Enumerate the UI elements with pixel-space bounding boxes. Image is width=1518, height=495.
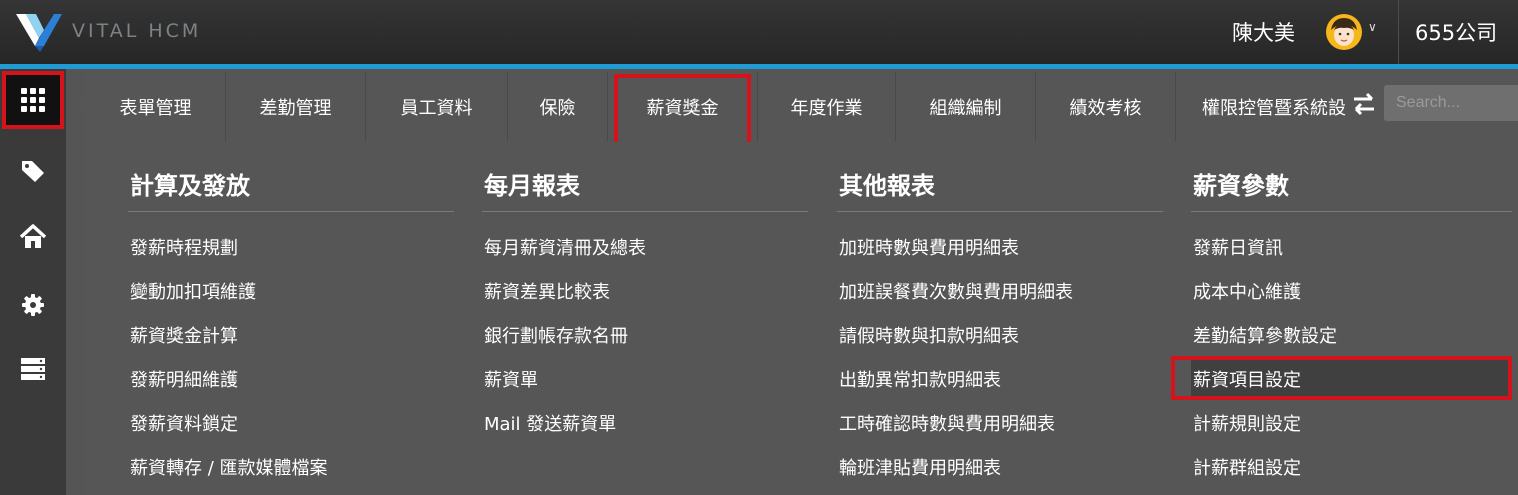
top-bar: VITAL HCM 陳大美 ∨ 655公司 [0, 0, 1518, 64]
avatar[interactable] [1325, 13, 1363, 51]
menu-item[interactable]: 薪資單 [482, 356, 808, 400]
tab-permissions[interactable]: 權限控管暨系統設 [1176, 72, 1352, 142]
menu-item[interactable]: Mail 發送薪資單 [482, 400, 808, 444]
menu-column-other-reports: 其他報表 加班時數與費用明細表 加班誤餐費次數與費用明細表 請假時數與扣款明細表… [837, 150, 1163, 488]
tab-insurance[interactable]: 保險 [508, 72, 608, 142]
menu-item[interactable]: 成本中心維護 [1191, 268, 1512, 312]
home-icon [19, 224, 47, 248]
menu-column-payroll-params: 薪資參數 發薪日資訊 成本中心維護 差勤結算參數設定 薪資項目設定 計薪規則設定… [1171, 150, 1512, 488]
menu-item[interactable]: 加班誤餐費次數與費用明細表 [837, 268, 1163, 312]
tab-payroll[interactable]: 薪資獎金 [608, 72, 758, 142]
sidebar-item-tags[interactable] [0, 141, 66, 201]
sidebar [0, 69, 66, 495]
menu-item[interactable]: 發薪資料鎖定 [128, 400, 454, 444]
user-name[interactable]: 陳大美 [1232, 17, 1295, 47]
menu-item[interactable]: 發薪日資訊 [1191, 224, 1512, 268]
sidebar-item-servers[interactable] [0, 339, 66, 399]
gear-icon [22, 294, 44, 316]
menu-column-calc: 計算及發放 發薪時程規劃 變動加扣項維護 薪資獎金計算 發薪明細維護 發薪資料鎖… [128, 150, 454, 488]
tag-icon [22, 161, 44, 182]
tab-attendance[interactable]: 差勤管理 [226, 72, 366, 142]
menu-item[interactable]: 計薪群組設定 [1191, 444, 1512, 488]
accent-bar [0, 64, 1518, 69]
apps-menu-button[interactable] [2, 71, 64, 129]
tab-organization[interactable]: 組織編制 [896, 72, 1036, 142]
header-divider [1398, 0, 1399, 64]
menu-item[interactable]: 加班時數與費用明細表 [837, 224, 1163, 268]
column-title: 每月報表 [482, 150, 808, 212]
sidebar-item-home[interactable] [0, 207, 66, 267]
menu-item[interactable]: 薪資獎金計算 [128, 312, 454, 356]
sidebar-item-settings[interactable] [0, 275, 66, 335]
menu-item[interactable]: 變動加扣項維護 [128, 268, 454, 312]
tab-performance[interactable]: 績效考核 [1036, 72, 1176, 142]
tab-forms[interactable]: 表單管理 [86, 72, 226, 142]
chevron-down-icon[interactable]: ∨ [1368, 20, 1377, 34]
tab-annual-tasks[interactable]: 年度作業 [758, 72, 896, 142]
menu-item[interactable]: 薪資轉存 / 匯款媒體檔案 [128, 444, 454, 488]
menu-item-selected[interactable]: 薪資項目設定 [1171, 356, 1512, 400]
vital-logo-icon[interactable] [14, 10, 64, 54]
column-title: 其他報表 [837, 150, 1163, 212]
menu-item[interactable]: 差勤結算參數設定 [1191, 312, 1512, 356]
menu-item[interactable]: 每月薪資清冊及總表 [482, 224, 808, 268]
tab-employee-data[interactable]: 員工資料 [366, 72, 508, 142]
menu-column-monthly-reports: 每月報表 每月薪資清冊及總表 薪資差異比較表 銀行劃帳存款名冊 薪資單 Mail… [482, 150, 808, 444]
menu-item[interactable]: 工時確認時數與費用明細表 [837, 400, 1163, 444]
menu-item[interactable]: 請假時數與扣款明細表 [837, 312, 1163, 356]
menu-item[interactable]: 發薪時程規劃 [128, 224, 454, 268]
apps-grid-icon [21, 88, 45, 112]
menu-item[interactable]: 出勤異常扣款明細表 [837, 356, 1163, 400]
company-name[interactable]: 655公司 [1415, 17, 1497, 47]
brand-name: VITAL HCM [72, 20, 202, 42]
menu-item[interactable]: 薪資差異比較表 [482, 268, 808, 312]
menu-item[interactable]: 輪班津貼費用明細表 [837, 444, 1163, 488]
swap-arrows-icon[interactable] [1350, 90, 1378, 118]
menu-item[interactable]: 銀行劃帳存款名冊 [482, 312, 808, 356]
column-title: 薪資參數 [1191, 150, 1512, 212]
module-tabs: 表單管理 差勤管理 員工資料 保險 薪資獎金 年度作業 組織編制 績效考核 權限… [86, 72, 1386, 142]
menu-item[interactable]: 發薪明細維護 [128, 356, 454, 400]
search-input[interactable] [1384, 85, 1518, 121]
menu-caret [76, 94, 86, 112]
server-icon [21, 358, 45, 380]
menu-item[interactable]: 計薪規則設定 [1191, 400, 1512, 444]
column-title: 計算及發放 [128, 150, 454, 212]
